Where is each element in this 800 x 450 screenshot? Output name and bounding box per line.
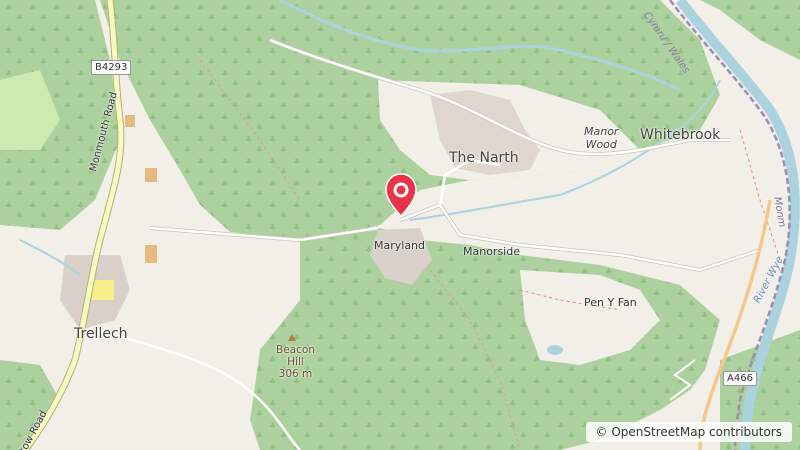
wood-label-line1: Manor [584, 125, 619, 138]
road-shield-b4293: B4293 [91, 60, 132, 75]
place-pen-y-fan[interactable]: Pen Y Fan [584, 296, 637, 309]
location-pin-icon[interactable] [384, 172, 418, 220]
hill-label-line2: Hill [287, 356, 304, 368]
map-attribution[interactable]: © OpenStreetMap contributors [585, 422, 792, 442]
pond [547, 345, 563, 355]
trellech-landuse [92, 280, 114, 300]
place-maryland[interactable]: Maryland [374, 239, 425, 252]
farm-patch-1 [145, 168, 157, 182]
road-shield-a466: A466 [723, 371, 757, 386]
hill-label-line1: Beacon [276, 344, 315, 356]
farm-patch-3 [125, 115, 135, 127]
place-the-narth[interactable]: The Narth [449, 150, 519, 166]
place-trellech[interactable]: Trellech [74, 326, 128, 342]
wood-label-manor: Manor Wood [584, 125, 618, 151]
hill-elevation: 306 m [278, 368, 313, 380]
wood-label-line2: Wood [585, 138, 617, 151]
place-whitebrook[interactable]: Whitebrook [640, 127, 720, 143]
place-manorside[interactable]: Manorside [463, 245, 520, 258]
farm-patch-2 [145, 245, 157, 263]
hill-label-beacon: Beacon Hill 306 m [276, 344, 315, 380]
map-canvas[interactable]: ♣ ♣ [0, 0, 800, 450]
